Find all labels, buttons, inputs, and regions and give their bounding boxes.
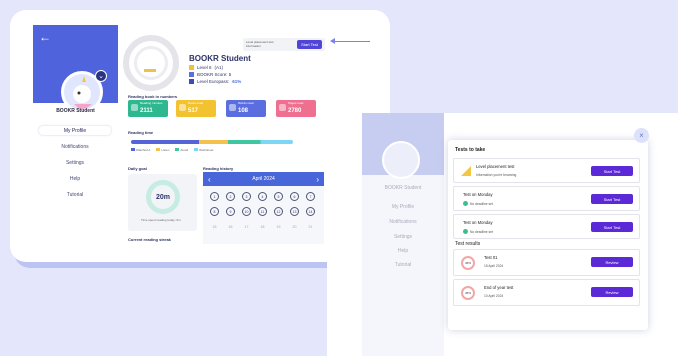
- tile-pages-read: Pages read 2780: [276, 100, 316, 117]
- level-stat: Level 6 (A1): [189, 65, 223, 70]
- ghost-nav-item: Settings: [393, 234, 413, 240]
- daily-goal-note: Time spent reading today: 0m: [141, 218, 181, 222]
- ghost-nav-item: Tutorial: [394, 262, 412, 268]
- calendar-day[interactable]: 15: [210, 222, 219, 231]
- sidebar-item-tutorial[interactable]: Tutorial: [39, 190, 111, 199]
- test-row: Test on Monday No deadline set Start Tes…: [453, 214, 640, 239]
- avatar-faded: [382, 141, 420, 179]
- arrow-head-left-icon: [330, 38, 335, 44]
- reading-history-heading: Reading history: [203, 166, 234, 171]
- check-icon: [463, 229, 468, 234]
- streak-heading: Current reading streak: [128, 237, 171, 242]
- sidebar-item-notifications[interactable]: Notifications: [39, 142, 111, 151]
- calendar-day[interactable]: 7: [306, 192, 315, 201]
- start-test-button[interactable]: Start Test: [591, 222, 633, 232]
- calendar-month: April 2024: [252, 176, 275, 182]
- result-row: 45% End of year test 10 April 2024 Revie…: [453, 279, 640, 306]
- calendar-day[interactable]: 19: [274, 222, 283, 231]
- daily-goal-box: 20m Time spent reading today: 0m: [128, 174, 197, 231]
- test-info-box: Level placement test information Start T…: [243, 38, 325, 51]
- close-icon[interactable]: ×: [634, 128, 649, 143]
- calendar-day[interactable]: 4: [258, 192, 267, 201]
- start-test-button[interactable]: Start Test: [591, 194, 633, 204]
- page-title: BOOKR Student: [189, 54, 251, 63]
- check-icon: [463, 201, 468, 206]
- calendar-day[interactable]: 14: [306, 207, 315, 216]
- score-stat: BOOKR Score: 5: [189, 72, 231, 77]
- calendar-day[interactable]: 10: [242, 207, 251, 216]
- score-ring: 45%: [461, 256, 475, 270]
- chevron-right-icon[interactable]: ›: [316, 175, 319, 184]
- calendar-day[interactable]: 3: [242, 192, 251, 201]
- user-name: BOOKR Student: [56, 108, 95, 114]
- calendar-day[interactable]: 6: [290, 192, 299, 201]
- sidebar-item-help[interactable]: Help: [39, 174, 111, 183]
- europass-stat: Level Europass: 61%: [189, 79, 241, 84]
- ghost-nav-item: My Profile: [391, 204, 415, 210]
- ghost-nav-item: Help: [397, 248, 409, 254]
- calendar-day[interactable]: 8: [210, 207, 219, 216]
- arrow-left-icon[interactable]: ←: [39, 30, 51, 44]
- review-button[interactable]: Review: [591, 257, 633, 267]
- daily-goal-value: 20m: [155, 193, 170, 201]
- calendar-day[interactable]: 16: [226, 222, 235, 231]
- reading-time-heading: Reading time: [128, 130, 154, 135]
- calendar-day[interactable]: 1: [210, 192, 219, 201]
- tile-words-read: Words read 108: [226, 100, 266, 117]
- calendar-day[interactable]: 17: [242, 222, 251, 231]
- tests-modal: Tests to take Level placement test Infor…: [448, 140, 648, 330]
- reading-time-bar: [131, 140, 293, 144]
- calendar-day[interactable]: 13: [290, 207, 299, 216]
- calendar-day[interactable]: 21: [306, 222, 315, 231]
- results-heading: Test results: [455, 241, 481, 247]
- profile-sidebar: ← ⌄ BOOKR Student My Profile Notificatio…: [33, 25, 118, 245]
- calendar-day[interactable]: 11: [258, 207, 267, 216]
- sidebar-item-my-profile[interactable]: My Profile: [39, 126, 111, 135]
- reading-time-legend: Watched A Listen Aloud Worksheet: [131, 148, 213, 152]
- chevron-down-icon[interactable]: ⌄: [95, 70, 107, 82]
- ghost-user-name: BOOKR Student: [384, 185, 422, 191]
- tile-books-read: Books read 517: [176, 100, 216, 117]
- chevron-left-icon[interactable]: ‹: [208, 175, 211, 184]
- start-test-button[interactable]: Start Test: [297, 40, 322, 49]
- test-row: Test on Monday No deadline set Start Tes…: [453, 186, 640, 211]
- start-test-button[interactable]: Start Test: [591, 166, 633, 176]
- modal-title: Tests to take: [455, 147, 486, 153]
- score-ring: 45%: [461, 286, 475, 300]
- sidebar-item-settings[interactable]: Settings: [39, 158, 111, 167]
- calendar-day[interactable]: 18: [258, 222, 267, 231]
- level-ring: [123, 35, 179, 91]
- calendar-day[interactable]: 2: [226, 192, 235, 201]
- daily-goal-heading: Daily goal: [128, 166, 147, 171]
- calendar-day[interactable]: 9: [226, 207, 235, 216]
- calendar-day[interactable]: 12: [274, 207, 283, 216]
- test-row: Level placement test Information you're …: [453, 158, 640, 183]
- pointer-arrow: [334, 41, 370, 42]
- review-button[interactable]: Review: [591, 287, 633, 297]
- tile-reading-minutes: Reading minutes 2111: [128, 100, 168, 117]
- calendar-day[interactable]: 5: [274, 192, 283, 201]
- calendar-day[interactable]: 20: [290, 222, 299, 231]
- chart-icon: [461, 166, 471, 176]
- reading-numbers-heading: Reading book in numbers: [128, 94, 178, 99]
- result-row: 45% Test 01 15 April 2024 Review: [453, 249, 640, 276]
- ghost-nav-item: Notifications: [389, 219, 417, 225]
